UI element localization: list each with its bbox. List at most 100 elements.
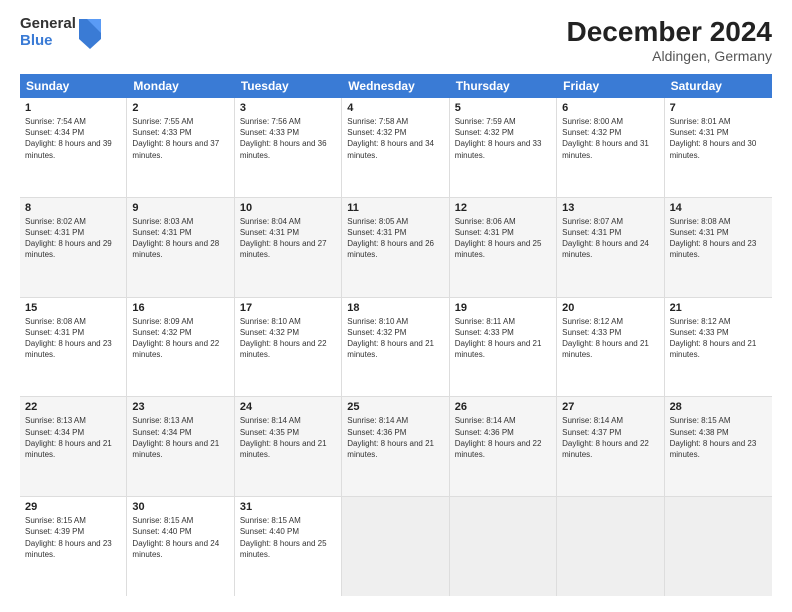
cell-info: Sunrise: 8:02 AMSunset: 4:31 PMDaylight:…: [25, 216, 121, 261]
day-number: 29: [25, 501, 121, 513]
calendar-cell: [665, 497, 772, 596]
weekday-header: Wednesday: [342, 74, 449, 98]
calendar-cell: 26Sunrise: 8:14 AMSunset: 4:36 PMDayligh…: [450, 397, 557, 496]
cell-info: Sunrise: 8:15 AMSunset: 4:40 PMDaylight:…: [132, 515, 228, 560]
cell-info: Sunrise: 8:14 AMSunset: 4:37 PMDaylight:…: [562, 415, 658, 460]
calendar-cell: [557, 497, 664, 596]
calendar-cell: [450, 497, 557, 596]
calendar: SundayMondayTuesdayWednesdayThursdayFrid…: [20, 74, 772, 596]
day-number: 27: [562, 401, 658, 413]
location: Aldingen, Germany: [567, 48, 772, 64]
cell-info: Sunrise: 8:13 AMSunset: 4:34 PMDaylight:…: [25, 415, 121, 460]
calendar-cell: 19 Sunrise: 8:11 AMSunset: 4:33 PMDayligh…: [450, 298, 557, 397]
calendar-body: 1 Sunrise: 7:54 AMSunset: 4:34 PMDaylight…: [20, 98, 772, 596]
cell-info: Sunrise: 8:15 AMSunset: 4:38 PMDaylight:…: [670, 415, 767, 460]
day-number: 6: [562, 102, 658, 114]
weekday-header: Tuesday: [235, 74, 342, 98]
day-number: 24: [240, 401, 336, 413]
calendar-cell: 15Sunrise: 8:08 AMSunset: 4:31 PMDayligh…: [20, 298, 127, 397]
day-number: 20: [562, 302, 658, 314]
cell-info: Sunrise: 8:15 AMSunset: 4:40 PMDaylight:…: [240, 515, 336, 560]
calendar-row: 22 Sunrise: 8:13 AMSunset: 4:34 PMDayligh…: [20, 397, 772, 497]
day-number: 2: [132, 102, 228, 114]
cell-info: Sunrise: 8:05 AMSunset: 4:31 PMDaylight:…: [347, 216, 443, 261]
calendar-cell: 7Sunrise: 8:01 AMSunset: 4:31 PMDaylight…: [665, 98, 772, 197]
day-number: 8: [25, 202, 121, 214]
cell-info: Sunrise: 8:15 AMSunset: 4:39 PMDaylight:…: [25, 515, 121, 560]
weekday-header: Monday: [127, 74, 234, 98]
cell-info: Sunrise: 8:14 AMSunset: 4:36 PMDaylight:…: [455, 415, 551, 460]
calendar-cell: 16Sunrise: 8:09 AMSunset: 4:32 PMDayligh…: [127, 298, 234, 397]
day-number: 19: [455, 302, 551, 314]
day-number: 9: [132, 202, 228, 214]
calendar-cell: 23 Sunrise: 8:13 AMSunset: 4:34 PMDayligh…: [127, 397, 234, 496]
calendar-cell: 28Sunrise: 8:15 AMSunset: 4:38 PMDayligh…: [665, 397, 772, 496]
day-number: 1: [25, 102, 121, 114]
calendar-cell: 18 Sunrise: 8:10 AMSunset: 4:32 PMDayligh…: [342, 298, 449, 397]
day-number: 25: [347, 401, 443, 413]
cell-info: Sunrise: 8:00 AMSunset: 4:32 PMDaylight:…: [562, 116, 658, 161]
cell-info: Sunrise: 8:13 AMSunset: 4:34 PMDaylight:…: [132, 415, 228, 460]
day-number: 3: [240, 102, 336, 114]
weekday-header: Saturday: [665, 74, 772, 98]
cell-info: Sunrise: 8:07 AMSunset: 4:31 PMDaylight:…: [562, 216, 658, 261]
calendar-cell: 27 Sunrise: 8:14 AMSunset: 4:37 PMDayligh…: [557, 397, 664, 496]
weekday-header: Thursday: [450, 74, 557, 98]
calendar-cell: 5Sunrise: 7:59 AMSunset: 4:32 PMDaylight…: [450, 98, 557, 197]
month-title: December 2024: [567, 16, 772, 48]
day-number: 14: [670, 202, 767, 214]
day-number: 4: [347, 102, 443, 114]
day-number: 13: [562, 202, 658, 214]
day-number: 10: [240, 202, 336, 214]
calendar-cell: 1 Sunrise: 7:54 AMSunset: 4:34 PMDaylight…: [20, 98, 127, 197]
logo: General Blue: [20, 16, 99, 49]
calendar-row: 8 Sunrise: 8:02 AMSunset: 4:31 PMDaylight…: [20, 198, 772, 298]
weekday-header: Friday: [557, 74, 664, 98]
logo-general: General: [20, 16, 76, 33]
calendar-cell: 6 Sunrise: 8:00 AMSunset: 4:32 PMDaylight…: [557, 98, 664, 197]
day-number: 30: [132, 501, 228, 513]
calendar-cell: 30 Sunrise: 8:15 AMSunset: 4:40 PMDayligh…: [127, 497, 234, 596]
calendar-row: 15Sunrise: 8:08 AMSunset: 4:31 PMDayligh…: [20, 298, 772, 398]
calendar-cell: 24 Sunrise: 8:14 AMSunset: 4:35 PMDayligh…: [235, 397, 342, 496]
day-number: 17: [240, 302, 336, 314]
calendar-cell: 29 Sunrise: 8:15 AMSunset: 4:39 PMDayligh…: [20, 497, 127, 596]
page-header: General Blue December 2024 Aldingen, Ger…: [20, 16, 772, 64]
cell-info: Sunrise: 8:12 AMSunset: 4:33 PMDaylight:…: [562, 316, 658, 361]
calendar-row: 29 Sunrise: 8:15 AMSunset: 4:39 PMDayligh…: [20, 497, 772, 596]
day-number: 18: [347, 302, 443, 314]
cell-info: Sunrise: 8:03 AMSunset: 4:31 PMDaylight:…: [132, 216, 228, 261]
calendar-cell: 21 Sunrise: 8:12 AMSunset: 4:33 PMDayligh…: [665, 298, 772, 397]
calendar-cell: 2Sunrise: 7:55 AMSunset: 4:33 PMDaylight…: [127, 98, 234, 197]
cell-info: Sunrise: 7:54 AMSunset: 4:34 PMDaylight:…: [25, 116, 121, 161]
cell-info: Sunrise: 8:04 AMSunset: 4:31 PMDaylight:…: [240, 216, 336, 261]
day-number: 22: [25, 401, 121, 413]
cell-info: Sunrise: 8:12 AMSunset: 4:33 PMDaylight:…: [670, 316, 767, 361]
logo-blue: Blue: [20, 33, 76, 50]
calendar-cell: 17 Sunrise: 8:10 AMSunset: 4:32 PMDayligh…: [235, 298, 342, 397]
day-number: 21: [670, 302, 767, 314]
calendar-cell: 31Sunrise: 8:15 AMSunset: 4:40 PMDayligh…: [235, 497, 342, 596]
calendar-cell: 4Sunrise: 7:58 AMSunset: 4:32 PMDaylight…: [342, 98, 449, 197]
title-block: December 2024 Aldingen, Germany: [567, 16, 772, 64]
calendar-cell: 14 Sunrise: 8:08 AMSunset: 4:31 PMDayligh…: [665, 198, 772, 297]
cell-info: Sunrise: 7:59 AMSunset: 4:32 PMDaylight:…: [455, 116, 551, 161]
calendar-cell: 9 Sunrise: 8:03 AMSunset: 4:31 PMDaylight…: [127, 198, 234, 297]
cell-info: Sunrise: 7:56 AMSunset: 4:33 PMDaylight:…: [240, 116, 336, 161]
calendar-row: 1 Sunrise: 7:54 AMSunset: 4:34 PMDaylight…: [20, 98, 772, 198]
day-number: 11: [347, 202, 443, 214]
calendar-cell: 12Sunrise: 8:06 AMSunset: 4:31 PMDayligh…: [450, 198, 557, 297]
cell-info: Sunrise: 8:11 AMSunset: 4:33 PMDaylight:…: [455, 316, 551, 361]
day-number: 23: [132, 401, 228, 413]
cell-info: Sunrise: 8:09 AMSunset: 4:32 PMDaylight:…: [132, 316, 228, 361]
cell-info: Sunrise: 8:14 AMSunset: 4:35 PMDaylight:…: [240, 415, 336, 460]
weekday-header: Sunday: [20, 74, 127, 98]
cell-info: Sunrise: 8:10 AMSunset: 4:32 PMDaylight:…: [240, 316, 336, 361]
cell-info: Sunrise: 8:14 AMSunset: 4:36 PMDaylight:…: [347, 415, 443, 460]
day-number: 7: [670, 102, 767, 114]
calendar-cell: 8 Sunrise: 8:02 AMSunset: 4:31 PMDaylight…: [20, 198, 127, 297]
cell-info: Sunrise: 8:08 AMSunset: 4:31 PMDaylight:…: [670, 216, 767, 261]
cell-info: Sunrise: 8:10 AMSunset: 4:32 PMDaylight:…: [347, 316, 443, 361]
calendar-page: General Blue December 2024 Aldingen, Ger…: [0, 0, 792, 612]
calendar-cell: 22 Sunrise: 8:13 AMSunset: 4:34 PMDayligh…: [20, 397, 127, 496]
